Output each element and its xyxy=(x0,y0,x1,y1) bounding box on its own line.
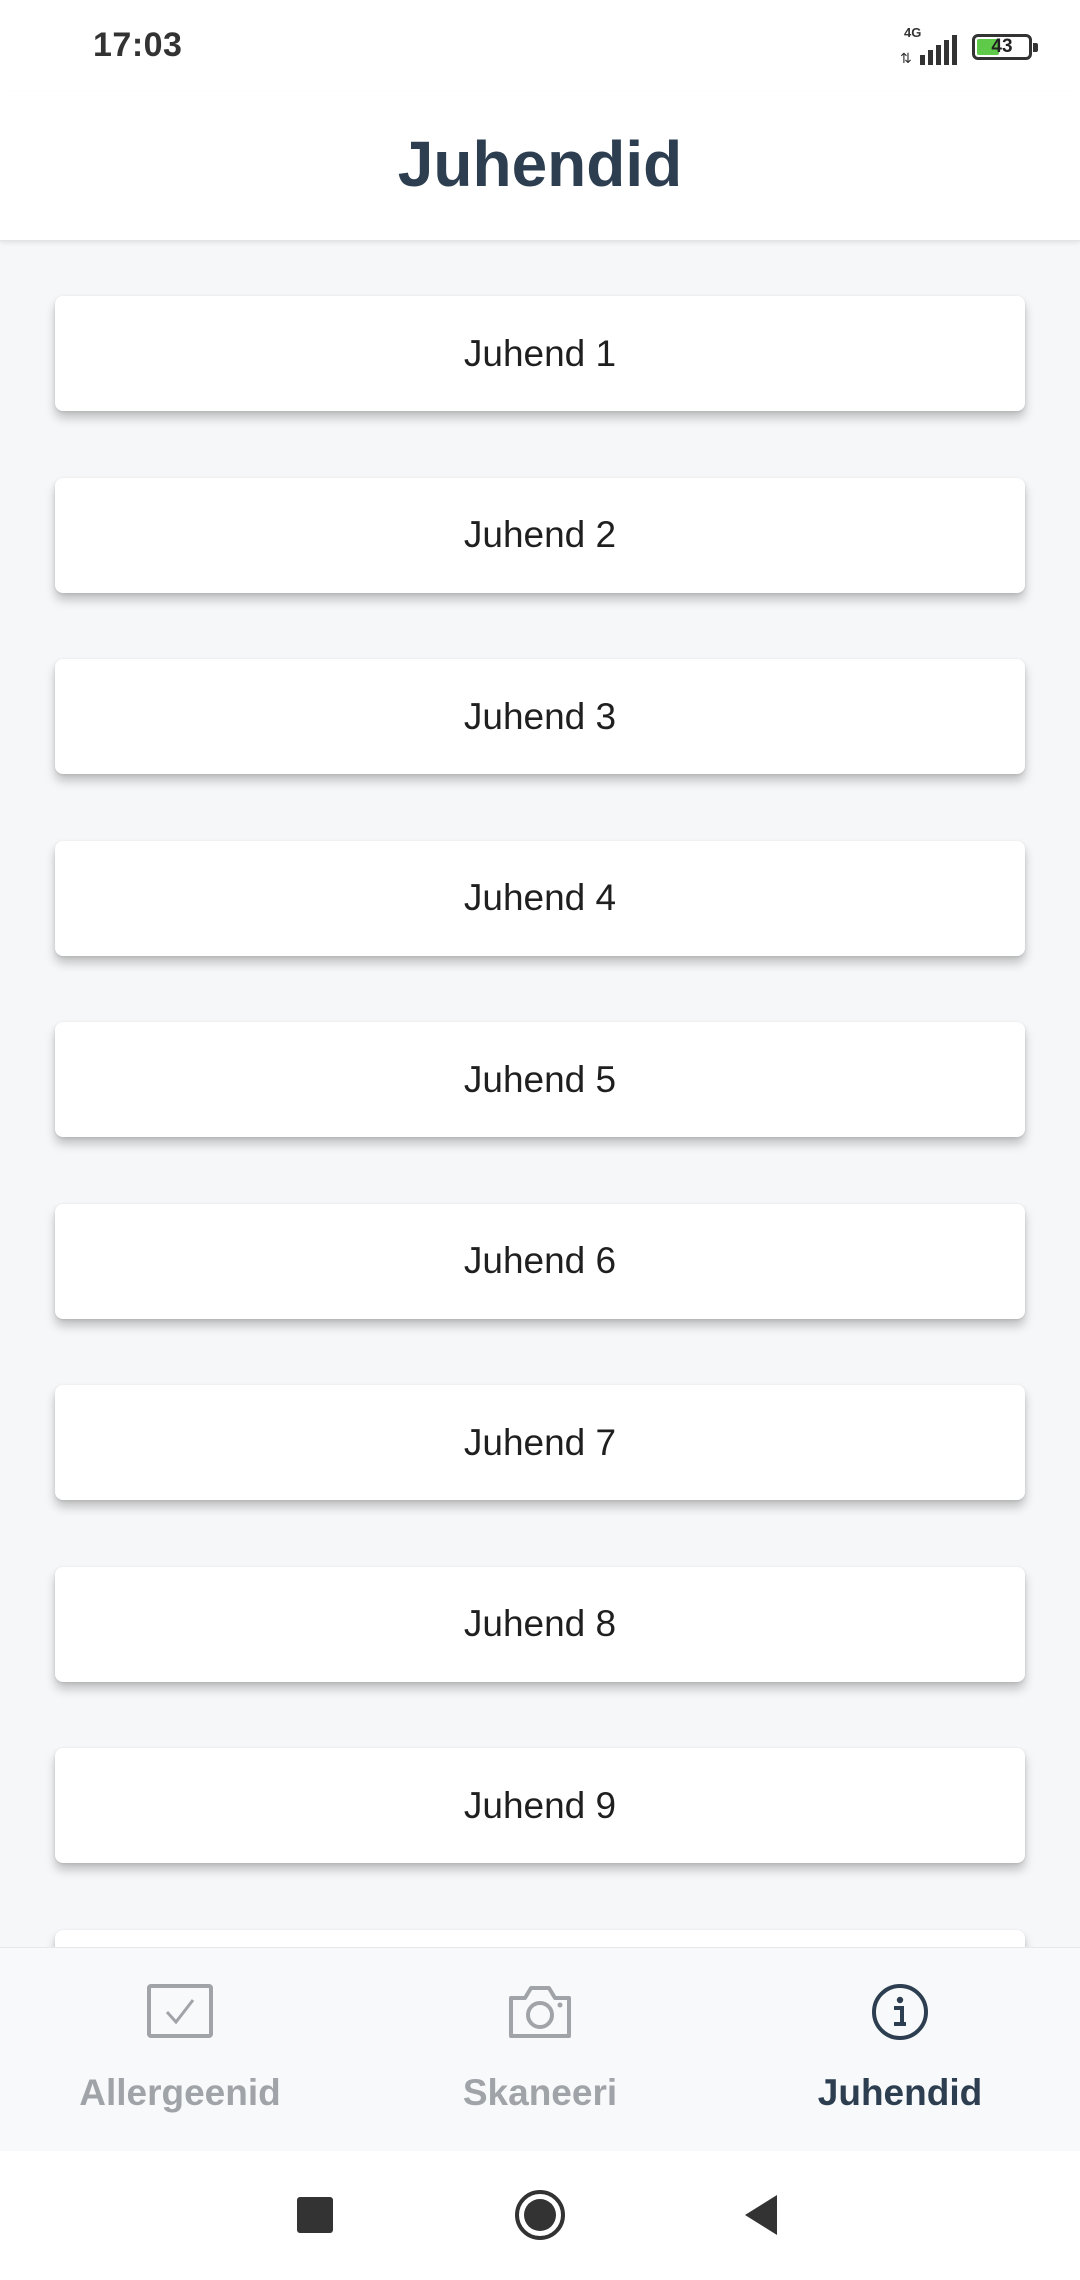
bottom-nav: Allergeenid Skaneeri Juhendid xyxy=(0,1947,1080,2151)
cellular-signal-icon: 4G ⇅ xyxy=(900,25,958,67)
guide-item-label: Juhend 3 xyxy=(463,695,617,737)
checkbox-icon xyxy=(147,1984,213,2038)
system-nav-bar xyxy=(0,2150,1080,2280)
guide-item-button[interactable]: Juhend 9 xyxy=(55,1748,1025,1863)
guide-item-label: Juhend 6 xyxy=(463,1240,617,1281)
home-icon xyxy=(515,2190,565,2240)
guide-item-label: Juhend 4 xyxy=(463,877,617,918)
nav-label-allergeenid: Allergeenid xyxy=(79,2072,281,2113)
info-icon xyxy=(872,1984,928,2040)
guide-item-label: Juhend 5 xyxy=(463,1058,617,1100)
nav-item-allergeenid[interactable]: Allergeenid xyxy=(0,1948,360,2151)
guide-item-button[interactable]: Juhend 7 xyxy=(55,1385,1025,1500)
guide-item-button[interactable]: Juhend 3 xyxy=(55,659,1025,774)
guide-item-label: Juhend 1 xyxy=(463,332,617,374)
status-bar: 17:03 4G ⇅ 43 xyxy=(0,0,1080,92)
home-button[interactable] xyxy=(505,2180,575,2250)
battery-level: 43 xyxy=(991,36,1013,57)
guide-item-button[interactable]: Juhend 2 xyxy=(55,477,1025,593)
back-icon xyxy=(745,2195,777,2235)
battery-icon: 43 xyxy=(972,34,1038,60)
network-type-label: 4G xyxy=(904,25,922,40)
guide-list-scroll[interactable]: Juhend 1 Juhend 2 Juhend 3 Juhend 4 Juhend 5… xyxy=(0,241,1080,1947)
guide-item-label: Juhend 8 xyxy=(463,1603,617,1644)
guide-item-button[interactable]: Juhend 1 xyxy=(55,296,1025,411)
guide-item-button[interactable] xyxy=(55,1929,1025,1947)
page-title: Juhendid xyxy=(397,128,683,200)
guide-item-button[interactable]: Juhend 6 xyxy=(55,1203,1025,1319)
guide-item-button[interactable]: Juhend 5 xyxy=(55,1022,1025,1137)
app-header: Juhendid xyxy=(0,92,1080,241)
data-arrows-icon: ⇅ xyxy=(900,50,912,66)
guide-item-button[interactable]: Juhend 8 xyxy=(55,1566,1025,1682)
guide-item-label: Juhend 9 xyxy=(463,1784,617,1826)
status-icons: 4G ⇅ 43 xyxy=(900,24,1038,70)
recent-apps-icon xyxy=(297,2197,333,2233)
recent-apps-button[interactable] xyxy=(280,2180,350,2250)
guide-item-label: Juhend 2 xyxy=(463,514,617,555)
signal-bars-icon xyxy=(920,35,957,65)
nav-label-skaneeri: Skaneeri xyxy=(462,2072,618,2113)
guide-item-button[interactable]: Juhend 4 xyxy=(55,840,1025,956)
nav-label-juhendid: Juhendid xyxy=(817,2072,983,2113)
guide-list: Juhend 1 Juhend 2 Juhend 3 Juhend 4 Juhend 5… xyxy=(55,296,1025,1947)
nav-item-skaneeri[interactable]: Skaneeri xyxy=(360,1948,720,2151)
nav-item-juhendid[interactable]: Juhendid xyxy=(720,1948,1080,2151)
camera-icon xyxy=(509,1986,571,2038)
guide-item-label: Juhend 7 xyxy=(463,1421,617,1463)
back-button[interactable] xyxy=(725,2180,795,2250)
status-time: 17:03 xyxy=(93,26,183,64)
